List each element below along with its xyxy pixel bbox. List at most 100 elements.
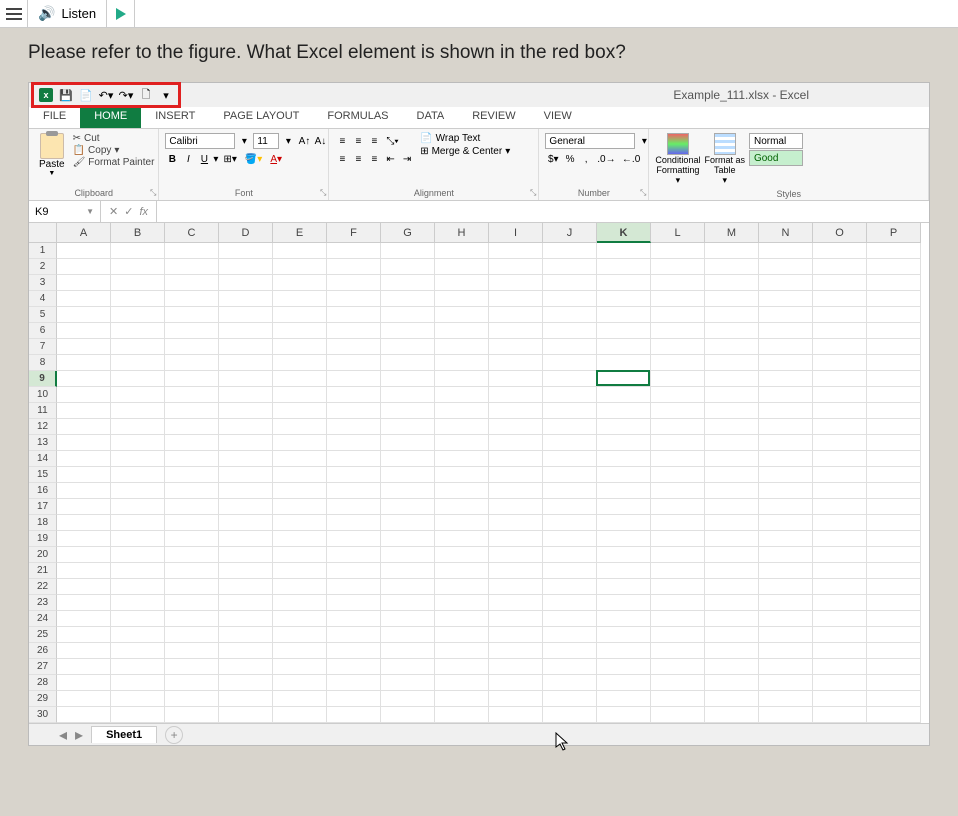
column-header[interactable]: H bbox=[435, 223, 489, 243]
cell[interactable] bbox=[651, 243, 705, 259]
cell[interactable] bbox=[273, 643, 327, 659]
select-all-corner[interactable] bbox=[29, 223, 57, 243]
cell[interactable] bbox=[651, 579, 705, 595]
cell[interactable] bbox=[597, 515, 651, 531]
cell[interactable] bbox=[273, 435, 327, 451]
row-header[interactable]: 1 bbox=[29, 243, 57, 259]
cell[interactable] bbox=[435, 435, 489, 451]
cell[interactable] bbox=[165, 691, 219, 707]
number-format-input[interactable] bbox=[545, 133, 635, 149]
cell[interactable] bbox=[597, 419, 651, 435]
cell[interactable] bbox=[489, 691, 543, 707]
row-header[interactable]: 14 bbox=[29, 451, 57, 467]
cell[interactable] bbox=[705, 243, 759, 259]
cell[interactable] bbox=[759, 691, 813, 707]
cell[interactable] bbox=[435, 275, 489, 291]
cell[interactable] bbox=[435, 419, 489, 435]
dialog-launcher-icon[interactable]: ⤡ bbox=[150, 188, 156, 198]
cell[interactable] bbox=[219, 659, 273, 675]
cell[interactable] bbox=[543, 499, 597, 515]
cell[interactable] bbox=[813, 515, 867, 531]
cell[interactable] bbox=[759, 355, 813, 371]
cell[interactable] bbox=[489, 643, 543, 659]
cell[interactable] bbox=[273, 531, 327, 547]
cell[interactable] bbox=[759, 259, 813, 275]
cell[interactable] bbox=[435, 515, 489, 531]
cell[interactable] bbox=[543, 691, 597, 707]
cell[interactable] bbox=[759, 627, 813, 643]
cell[interactable] bbox=[705, 531, 759, 547]
cell[interactable] bbox=[165, 419, 219, 435]
wrap-text-button[interactable]: 📄Wrap Text bbox=[420, 133, 510, 144]
cell[interactable] bbox=[597, 339, 651, 355]
formula-bar[interactable] bbox=[157, 201, 929, 222]
cell[interactable] bbox=[543, 467, 597, 483]
cell[interactable] bbox=[219, 515, 273, 531]
cell[interactable] bbox=[813, 291, 867, 307]
cell[interactable] bbox=[867, 691, 921, 707]
cell[interactable] bbox=[867, 707, 921, 723]
cell[interactable] bbox=[597, 467, 651, 483]
cell[interactable] bbox=[57, 355, 111, 371]
cell[interactable] bbox=[57, 643, 111, 659]
column-header[interactable]: I bbox=[489, 223, 543, 243]
cell[interactable] bbox=[327, 419, 381, 435]
cell[interactable] bbox=[705, 451, 759, 467]
cell[interactable] bbox=[651, 547, 705, 563]
cell[interactable] bbox=[597, 243, 651, 259]
cell[interactable] bbox=[651, 275, 705, 291]
cell[interactable] bbox=[165, 275, 219, 291]
cell[interactable] bbox=[219, 339, 273, 355]
cell[interactable] bbox=[327, 323, 381, 339]
cell[interactable] bbox=[597, 579, 651, 595]
font-color-icon[interactable]: A▾ bbox=[267, 151, 285, 167]
cell[interactable] bbox=[57, 611, 111, 627]
row-header[interactable]: 4 bbox=[29, 291, 57, 307]
cell[interactable] bbox=[273, 355, 327, 371]
cell[interactable] bbox=[705, 499, 759, 515]
cell[interactable] bbox=[111, 531, 165, 547]
cell[interactable] bbox=[57, 531, 111, 547]
cell[interactable] bbox=[489, 419, 543, 435]
increase-decimal-icon[interactable]: .0→ bbox=[595, 151, 618, 167]
cell[interactable] bbox=[57, 259, 111, 275]
cell[interactable] bbox=[327, 291, 381, 307]
borders-icon[interactable]: ⊞▾ bbox=[220, 151, 239, 167]
column-header[interactable]: F bbox=[327, 223, 381, 243]
cell[interactable] bbox=[759, 419, 813, 435]
cell[interactable] bbox=[867, 243, 921, 259]
cell[interactable] bbox=[219, 307, 273, 323]
cell[interactable] bbox=[759, 579, 813, 595]
cell[interactable] bbox=[813, 435, 867, 451]
sheet-nav-next-icon[interactable]: ▸ bbox=[75, 725, 83, 745]
cell[interactable] bbox=[813, 355, 867, 371]
cell[interactable] bbox=[381, 707, 435, 723]
row-header[interactable]: 29 bbox=[29, 691, 57, 707]
cell[interactable] bbox=[381, 515, 435, 531]
decrease-decimal-icon[interactable]: ←.0 bbox=[620, 151, 643, 167]
cell[interactable] bbox=[759, 307, 813, 323]
row-header[interactable]: 18 bbox=[29, 515, 57, 531]
cell[interactable] bbox=[759, 323, 813, 339]
cell[interactable] bbox=[57, 275, 111, 291]
cell[interactable] bbox=[273, 595, 327, 611]
cell[interactable] bbox=[759, 675, 813, 691]
cell[interactable] bbox=[381, 691, 435, 707]
cell[interactable] bbox=[111, 339, 165, 355]
cell[interactable] bbox=[489, 707, 543, 723]
row-header[interactable]: 9 bbox=[29, 371, 57, 387]
cell[interactable] bbox=[705, 307, 759, 323]
cell[interactable] bbox=[597, 595, 651, 611]
cell[interactable] bbox=[327, 531, 381, 547]
cell[interactable] bbox=[759, 595, 813, 611]
percent-icon[interactable]: % bbox=[563, 151, 577, 167]
cell[interactable] bbox=[705, 419, 759, 435]
cell[interactable] bbox=[597, 483, 651, 499]
cell[interactable] bbox=[705, 579, 759, 595]
cell[interactable] bbox=[543, 547, 597, 563]
cell[interactable] bbox=[219, 419, 273, 435]
cell[interactable] bbox=[867, 403, 921, 419]
decrease-indent-icon[interactable]: ⇤ bbox=[383, 151, 397, 167]
row-header[interactable]: 2 bbox=[29, 259, 57, 275]
cell[interactable] bbox=[273, 387, 327, 403]
